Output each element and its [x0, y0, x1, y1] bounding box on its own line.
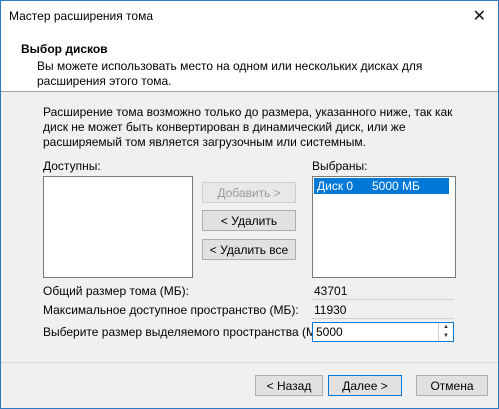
close-icon[interactable]: ✕ [473, 6, 486, 26]
wizard-header: Выбор дисков Вы можете использовать мест… [1, 31, 498, 92]
total-size-label: Общий размер тома (МБ): [43, 284, 189, 298]
available-label: Доступны: [43, 159, 101, 173]
selected-disks-list[interactable]: Диск 0 5000 МБ [312, 176, 456, 278]
window-title: Мастер расширения тома [9, 9, 153, 23]
cancel-button[interactable]: Отмена [416, 375, 488, 396]
title-bar: Мастер расширения тома ✕ [1, 1, 498, 31]
intro-text: Расширение тома возможно только до разме… [43, 105, 453, 149]
spin-buttons: ▲ ▼ [438, 323, 453, 341]
page-title: Выбор дисков [21, 42, 108, 56]
disk-name: Диск 0 [317, 179, 354, 193]
next-button[interactable]: Далее > [328, 375, 402, 396]
remove-button[interactable]: < Удалить [202, 210, 296, 231]
alloc-size-stepper[interactable]: ▲ ▼ [312, 322, 454, 342]
max-space-value: 11930 [312, 303, 454, 319]
total-size-value: 43701 [312, 284, 454, 300]
remove-all-button[interactable]: < Удалить все [202, 239, 296, 260]
add-button[interactable]: Добавить > [202, 182, 296, 203]
page-subtitle: Вы можете использовать место на одном ил… [37, 59, 423, 88]
spin-up-icon[interactable]: ▲ [439, 323, 453, 332]
back-button[interactable]: < Назад [255, 375, 323, 396]
available-disks-list[interactable] [43, 176, 193, 278]
footer-divider [1, 362, 498, 363]
disk-size: 5000 МБ [372, 179, 420, 193]
selected-label: Выбраны: [312, 159, 368, 173]
spin-down-icon[interactable]: ▼ [439, 332, 453, 341]
list-item[interactable]: Диск 0 5000 МБ [314, 178, 449, 194]
alloc-size-input[interactable] [313, 323, 440, 341]
wizard-window: Мастер расширения тома ✕ Выбор дисков Вы… [0, 0, 499, 409]
alloc-size-label: Выберите размер выделяемого пространства… [43, 325, 332, 339]
max-space-label: Максимальное доступное пространство (МБ)… [43, 303, 299, 317]
